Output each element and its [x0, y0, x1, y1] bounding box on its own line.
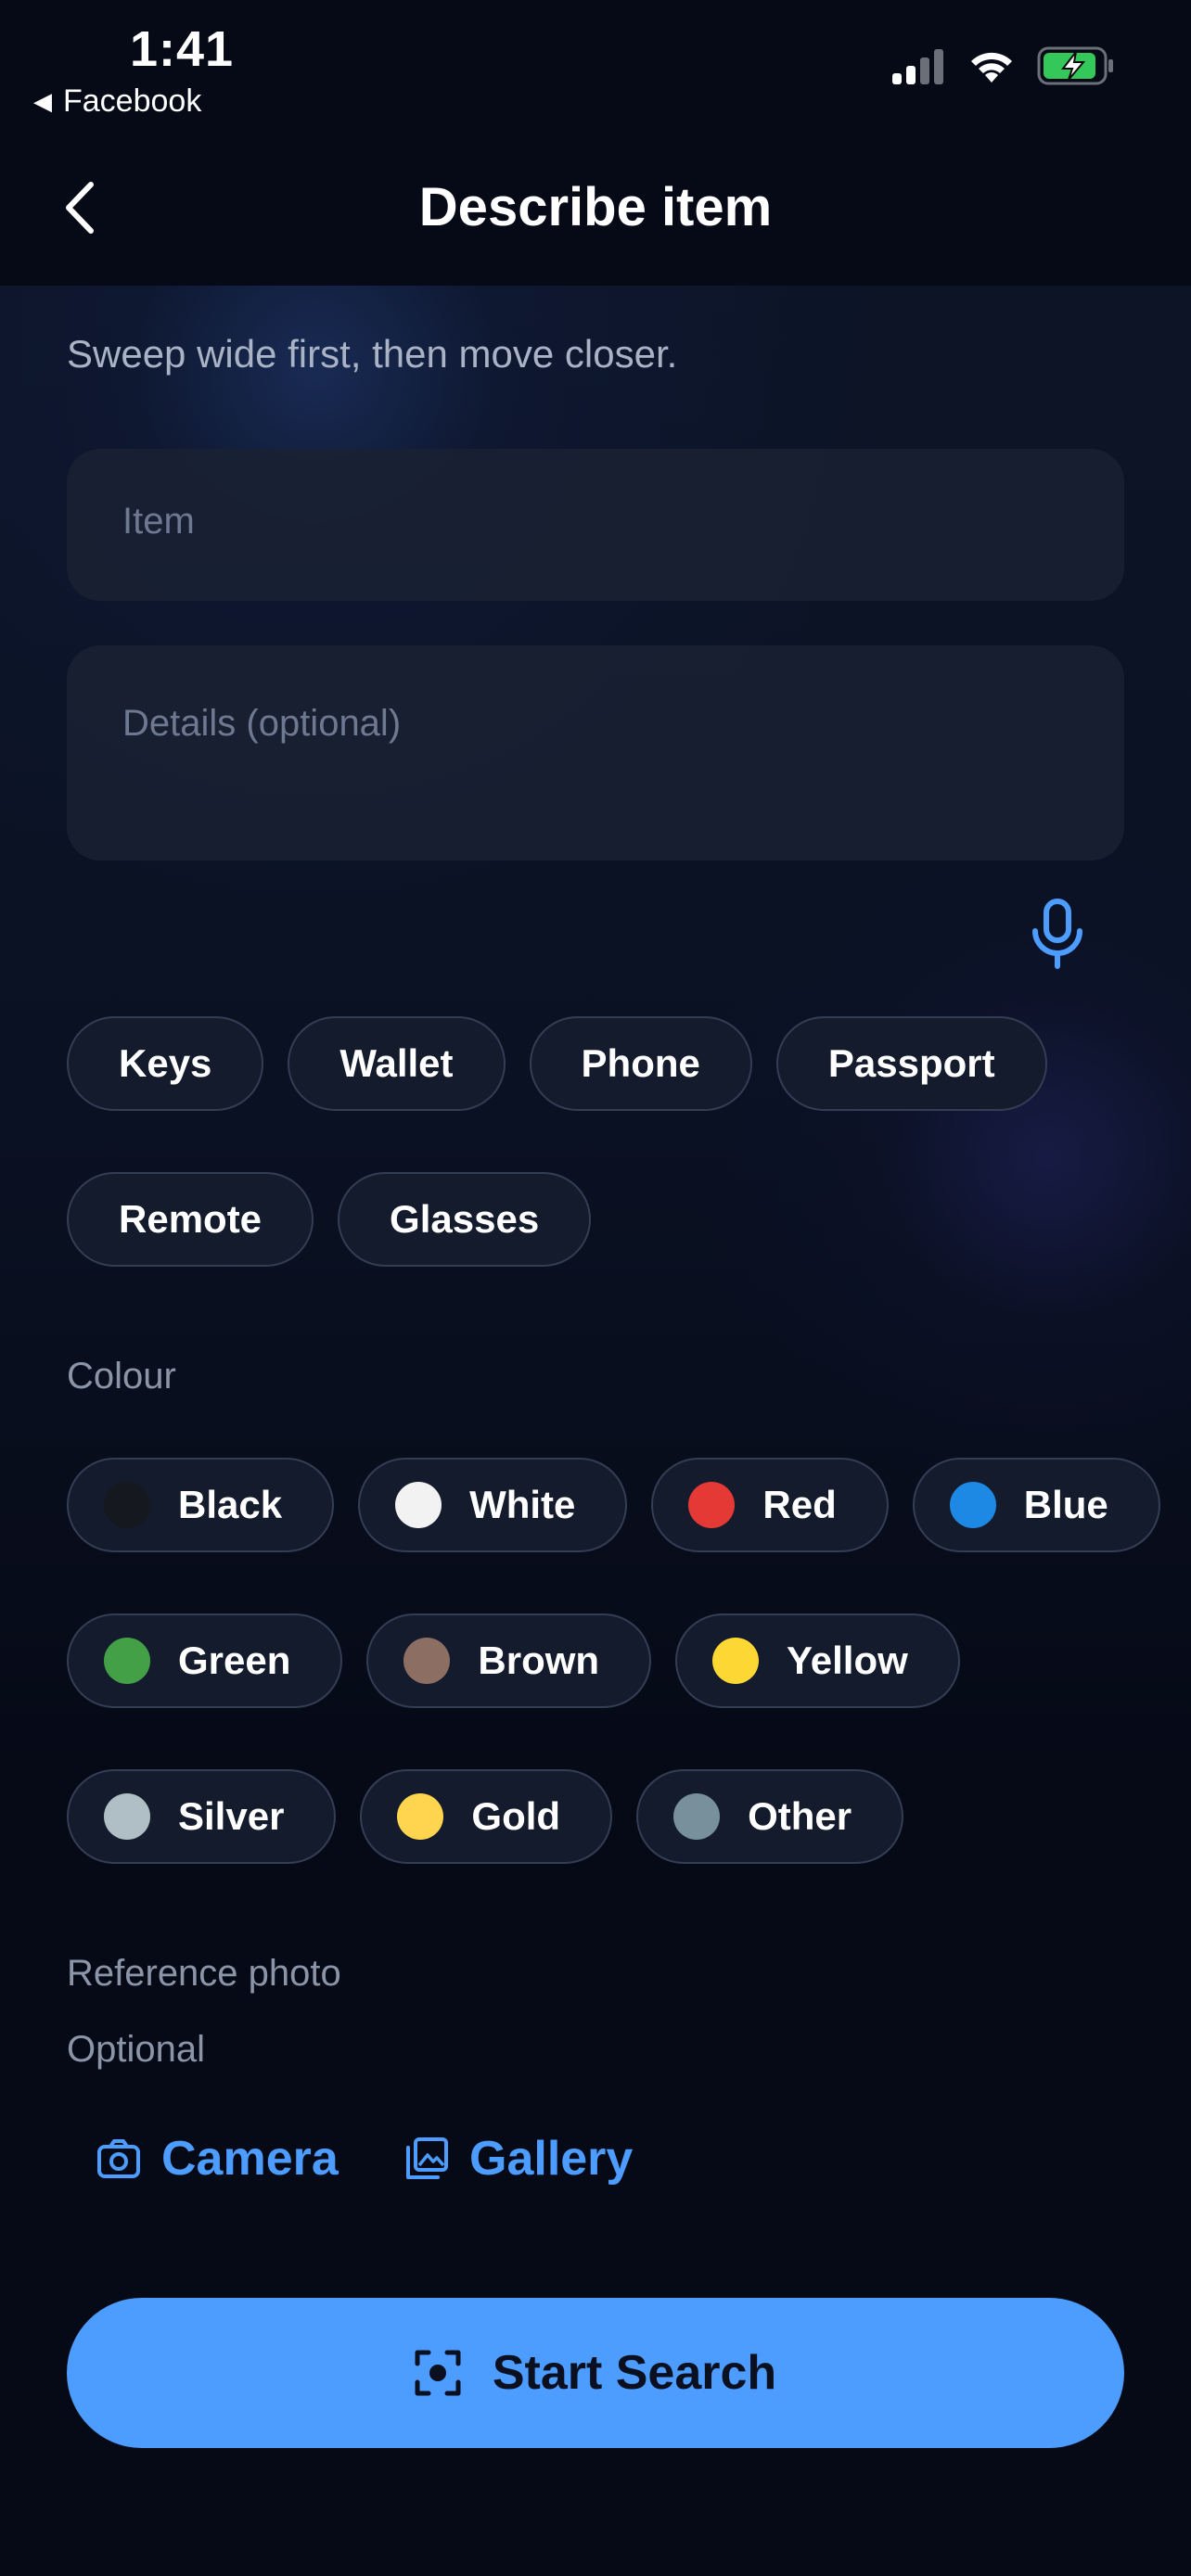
colour-chip-label: White	[469, 1483, 576, 1526]
hint-text: Sweep wide first, then move closer.	[67, 332, 678, 376]
colour-chip-gold[interactable]: Gold	[360, 1769, 613, 1864]
chip-keys[interactable]: Keys	[67, 1016, 264, 1111]
chip-wallet[interactable]: Wallet	[288, 1016, 506, 1111]
colour-chip-silver[interactable]: Silver	[67, 1769, 337, 1864]
item-input-placeholder: Item	[122, 501, 195, 542]
back-triangle-icon: ◀	[33, 87, 52, 115]
status-time: 1:41	[130, 21, 235, 77]
start-search-button[interactable]: Start Search	[67, 2298, 1124, 2448]
nav-bar: 1:41 ◀ Facebook Describe item	[0, 0, 1191, 286]
voice-input-button[interactable]	[1030, 898, 1085, 972]
colour-swatch	[104, 1482, 150, 1528]
colour-chip-other[interactable]: Other	[636, 1769, 904, 1864]
camera-label: Camera	[161, 2132, 339, 2186]
microphone-icon	[1032, 899, 1082, 969]
colour-row-3: Silver Gold Other	[67, 1769, 904, 1864]
colour-swatch	[949, 1482, 996, 1528]
status-icons	[890, 46, 1115, 85]
colour-swatch	[104, 1638, 150, 1684]
gallery-label: Gallery	[469, 2132, 634, 2186]
colour-swatch	[395, 1482, 442, 1528]
battery-charging-icon	[1037, 46, 1113, 85]
colour-chip-yellow[interactable]: Yellow	[675, 1613, 960, 1708]
camera-button[interactable]: Camera	[96, 2131, 339, 2187]
colour-chip-red[interactable]: Red	[651, 1458, 889, 1552]
scan-target-icon	[415, 2350, 461, 2396]
colour-chip-label: Blue	[1023, 1483, 1108, 1526]
colour-label: Colour	[67, 1356, 176, 1396]
colour-swatch	[104, 1793, 150, 1840]
colour-swatch	[712, 1638, 760, 1684]
colour-chip-green[interactable]: Green	[67, 1613, 343, 1708]
camera-icon	[97, 2139, 140, 2178]
colour-chip-black[interactable]: Black	[67, 1458, 335, 1552]
quick-items-row-1: Keys Wallet Phone Passport	[67, 1016, 1047, 1111]
signal-icon	[892, 49, 943, 84]
colour-swatch	[397, 1793, 444, 1840]
colour-chip-label: Black	[178, 1483, 283, 1526]
gallery-button[interactable]: Gallery	[404, 2131, 633, 2187]
colour-chip-label: Green	[178, 1639, 291, 1682]
page-title: Describe item	[418, 177, 773, 237]
screen: 1:41 ◀ Facebook Describe item Sweep wide…	[0, 0, 1191, 2576]
colour-swatch	[673, 1793, 721, 1840]
gallery-icon	[406, 2137, 448, 2179]
start-search-label: Start Search	[492, 2346, 777, 2400]
colour-chip-label: Gold	[471, 1794, 561, 1838]
reference-photo-optional: Optional	[67, 2029, 205, 2070]
wifi-icon	[971, 52, 1012, 83]
details-input[interactable]: Details (optional)	[67, 645, 1124, 861]
colour-chip-label: Red	[762, 1483, 837, 1526]
colour-chip-label: Yellow	[787, 1639, 908, 1682]
colour-swatch	[403, 1638, 451, 1684]
colour-row-2: Green Brown Yellow	[67, 1613, 960, 1708]
chip-passport[interactable]: Passport	[775, 1016, 1047, 1111]
chip-remote[interactable]: Remote	[67, 1172, 314, 1267]
colour-chip-label: Brown	[478, 1639, 600, 1682]
describe-item-form: Sweep wide first, then move closer. Item…	[0, 286, 1191, 2576]
reference-photo-label: Reference photo	[67, 1953, 341, 1994]
colour-chip-white[interactable]: White	[358, 1458, 628, 1552]
item-input[interactable]: Item	[67, 449, 1124, 601]
colour-row-1: Black White Red Blue	[67, 1458, 1160, 1552]
status-back-label: Facebook	[63, 83, 202, 119]
quick-items-row-2: Remote Glasses	[67, 1172, 592, 1267]
chip-glasses[interactable]: Glasses	[338, 1172, 592, 1267]
colour-chip-label: Other	[748, 1794, 852, 1838]
colour-chip-label: Silver	[178, 1794, 285, 1838]
details-input-placeholder: Details (optional)	[122, 703, 402, 744]
status-back-to-app[interactable]: ◀ Facebook	[33, 83, 201, 120]
chip-phone[interactable]: Phone	[529, 1016, 752, 1111]
colour-chip-blue[interactable]: Blue	[912, 1458, 1160, 1552]
colour-swatch	[688, 1482, 736, 1528]
colour-chip-brown[interactable]: Brown	[366, 1613, 652, 1708]
